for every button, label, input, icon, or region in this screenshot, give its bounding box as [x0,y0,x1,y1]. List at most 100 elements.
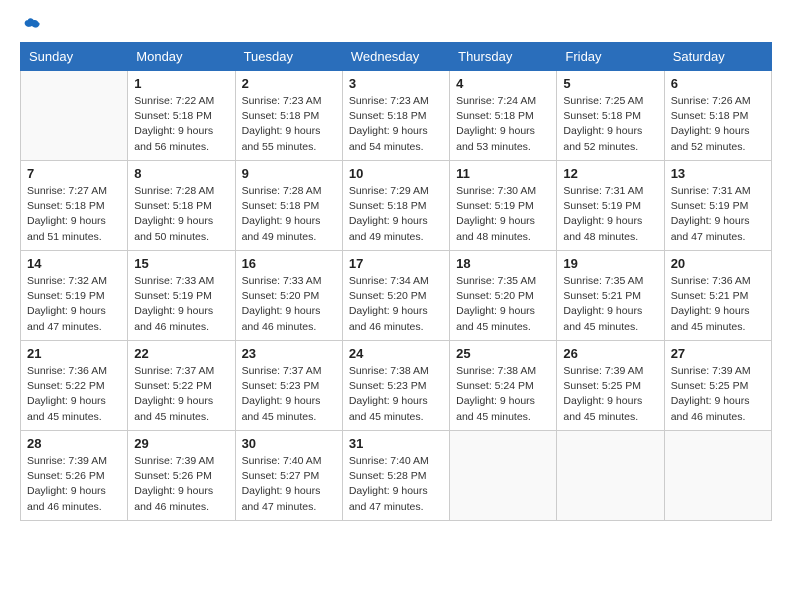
day-info: Sunrise: 7:35 AM Sunset: 5:20 PM Dayligh… [456,274,550,335]
day-info: Sunrise: 7:33 AM Sunset: 5:20 PM Dayligh… [242,274,336,335]
day-header-friday: Friday [557,43,664,71]
calendar-cell: 30 Sunrise: 7:40 AM Sunset: 5:27 PM Dayli… [235,431,342,521]
day-number: 8 [134,166,228,181]
logo-bird-icon [22,16,42,36]
day-number: 19 [563,256,657,271]
header [20,16,772,34]
calendar-week-1: 1Sunrise: 7:22 AM Sunset: 5:18 PM Daylig… [21,71,772,161]
day-number: 14 [27,256,121,271]
calendar-cell: 27 Sunrise: 7:39 AM Sunset: 5:25 PM Dayli… [664,341,771,431]
calendar-week-3: 14 Sunrise: 7:32 AM Sunset: 5:19 PM Dayli… [21,251,772,341]
day-header-wednesday: Wednesday [342,43,449,71]
day-number: 30 [242,436,336,451]
day-info: Sunrise: 7:38 AM Sunset: 5:23 PM Dayligh… [349,364,443,425]
calendar-cell [557,431,664,521]
day-info: Sunrise: 7:24 AM Sunset: 5:18 PM Dayligh… [456,94,550,155]
day-number: 27 [671,346,765,361]
calendar-table: SundayMondayTuesdayWednesdayThursdayFrid… [20,42,772,521]
day-info: Sunrise: 7:36 AM Sunset: 5:21 PM Dayligh… [671,274,765,335]
calendar-cell: 3Sunrise: 7:23 AM Sunset: 5:18 PM Daylig… [342,71,449,161]
calendar-cell: 12 Sunrise: 7:31 AM Sunset: 5:19 PM Dayli… [557,161,664,251]
day-number: 12 [563,166,657,181]
calendar-cell: 16Sunrise: 7:33 AM Sunset: 5:20 PM Dayli… [235,251,342,341]
calendar-cell: 31 Sunrise: 7:40 AM Sunset: 5:28 PM Dayli… [342,431,449,521]
calendar-cell: 23Sunrise: 7:37 AM Sunset: 5:23 PM Dayli… [235,341,342,431]
day-number: 10 [349,166,443,181]
day-number: 22 [134,346,228,361]
day-info: Sunrise: 7:39 AM Sunset: 5:26 PM Dayligh… [134,454,228,515]
day-header-thursday: Thursday [450,43,557,71]
day-number: 26 [563,346,657,361]
day-info: Sunrise: 7:28 AM Sunset: 5:18 PM Dayligh… [134,184,228,245]
day-info: Sunrise: 7:37 AM Sunset: 5:23 PM Dayligh… [242,364,336,425]
calendar-cell: 25 Sunrise: 7:38 AM Sunset: 5:24 PM Dayli… [450,341,557,431]
day-number: 25 [456,346,550,361]
calendar-cell: 18 Sunrise: 7:35 AM Sunset: 5:20 PM Dayli… [450,251,557,341]
calendar-cell: 11 Sunrise: 7:30 AM Sunset: 5:19 PM Dayli… [450,161,557,251]
calendar-cell: 2 Sunrise: 7:23 AM Sunset: 5:18 PM Daylig… [235,71,342,161]
calendar-cell: 29 Sunrise: 7:39 AM Sunset: 5:26 PM Dayli… [128,431,235,521]
calendar-cell: 4 Sunrise: 7:24 AM Sunset: 5:18 PM Daylig… [450,71,557,161]
day-number: 29 [134,436,228,451]
calendar-cell: 9 Sunrise: 7:28 AM Sunset: 5:18 PM Daylig… [235,161,342,251]
day-number: 2 [242,76,336,91]
calendar-cell [664,431,771,521]
calendar-cell: 14 Sunrise: 7:32 AM Sunset: 5:19 PM Dayli… [21,251,128,341]
calendar-week-5: 28 Sunrise: 7:39 AM Sunset: 5:26 PM Dayli… [21,431,772,521]
day-info: Sunrise: 7:22 AM Sunset: 5:18 PM Dayligh… [134,94,228,155]
day-number: 21 [27,346,121,361]
day-number: 11 [456,166,550,181]
calendar-cell: 10Sunrise: 7:29 AM Sunset: 5:18 PM Dayli… [342,161,449,251]
day-info: Sunrise: 7:25 AM Sunset: 5:18 PM Dayligh… [563,94,657,155]
calendar-week-2: 7Sunrise: 7:27 AM Sunset: 5:18 PM Daylig… [21,161,772,251]
day-info: Sunrise: 7:39 AM Sunset: 5:25 PM Dayligh… [671,364,765,425]
calendar-cell: 6Sunrise: 7:26 AM Sunset: 5:18 PM Daylig… [664,71,771,161]
calendar-cell: 5 Sunrise: 7:25 AM Sunset: 5:18 PM Daylig… [557,71,664,161]
calendar-cell: 1Sunrise: 7:22 AM Sunset: 5:18 PM Daylig… [128,71,235,161]
calendar-cell: 15Sunrise: 7:33 AM Sunset: 5:19 PM Dayli… [128,251,235,341]
day-number: 5 [563,76,657,91]
calendar-cell: 13 Sunrise: 7:31 AM Sunset: 5:19 PM Dayli… [664,161,771,251]
day-number: 28 [27,436,121,451]
day-number: 4 [456,76,550,91]
day-info: Sunrise: 7:40 AM Sunset: 5:27 PM Dayligh… [242,454,336,515]
day-info: Sunrise: 7:38 AM Sunset: 5:24 PM Dayligh… [456,364,550,425]
day-number: 6 [671,76,765,91]
calendar-cell: 24Sunrise: 7:38 AM Sunset: 5:23 PM Dayli… [342,341,449,431]
day-number: 13 [671,166,765,181]
calendar-cell: 8 Sunrise: 7:28 AM Sunset: 5:18 PM Daylig… [128,161,235,251]
day-info: Sunrise: 7:32 AM Sunset: 5:19 PM Dayligh… [27,274,121,335]
calendar-cell [21,71,128,161]
logo [20,16,42,34]
calendar-header: SundayMondayTuesdayWednesdayThursdayFrid… [21,43,772,71]
calendar-cell: 22 Sunrise: 7:37 AM Sunset: 5:22 PM Dayli… [128,341,235,431]
day-info: Sunrise: 7:37 AM Sunset: 5:22 PM Dayligh… [134,364,228,425]
day-number: 9 [242,166,336,181]
day-info: Sunrise: 7:31 AM Sunset: 5:19 PM Dayligh… [563,184,657,245]
day-number: 7 [27,166,121,181]
calendar-cell: 17Sunrise: 7:34 AM Sunset: 5:20 PM Dayli… [342,251,449,341]
day-header-saturday: Saturday [664,43,771,71]
day-info: Sunrise: 7:36 AM Sunset: 5:22 PM Dayligh… [27,364,121,425]
day-info: Sunrise: 7:23 AM Sunset: 5:18 PM Dayligh… [242,94,336,155]
day-info: Sunrise: 7:35 AM Sunset: 5:21 PM Dayligh… [563,274,657,335]
calendar-cell: 19 Sunrise: 7:35 AM Sunset: 5:21 PM Dayli… [557,251,664,341]
day-header-tuesday: Tuesday [235,43,342,71]
day-info: Sunrise: 7:28 AM Sunset: 5:18 PM Dayligh… [242,184,336,245]
day-info: Sunrise: 7:30 AM Sunset: 5:19 PM Dayligh… [456,184,550,245]
day-number: 3 [349,76,443,91]
day-header-sunday: Sunday [21,43,128,71]
day-info: Sunrise: 7:40 AM Sunset: 5:28 PM Dayligh… [349,454,443,515]
calendar-cell: 21 Sunrise: 7:36 AM Sunset: 5:22 PM Dayli… [21,341,128,431]
day-info: Sunrise: 7:31 AM Sunset: 5:19 PM Dayligh… [671,184,765,245]
day-info: Sunrise: 7:34 AM Sunset: 5:20 PM Dayligh… [349,274,443,335]
day-number: 31 [349,436,443,451]
calendar-cell: 7Sunrise: 7:27 AM Sunset: 5:18 PM Daylig… [21,161,128,251]
calendar-cell [450,431,557,521]
day-info: Sunrise: 7:39 AM Sunset: 5:25 PM Dayligh… [563,364,657,425]
day-number: 18 [456,256,550,271]
calendar-cell: 28Sunrise: 7:39 AM Sunset: 5:26 PM Dayli… [21,431,128,521]
day-header-monday: Monday [128,43,235,71]
calendar-week-4: 21 Sunrise: 7:36 AM Sunset: 5:22 PM Dayli… [21,341,772,431]
day-number: 20 [671,256,765,271]
